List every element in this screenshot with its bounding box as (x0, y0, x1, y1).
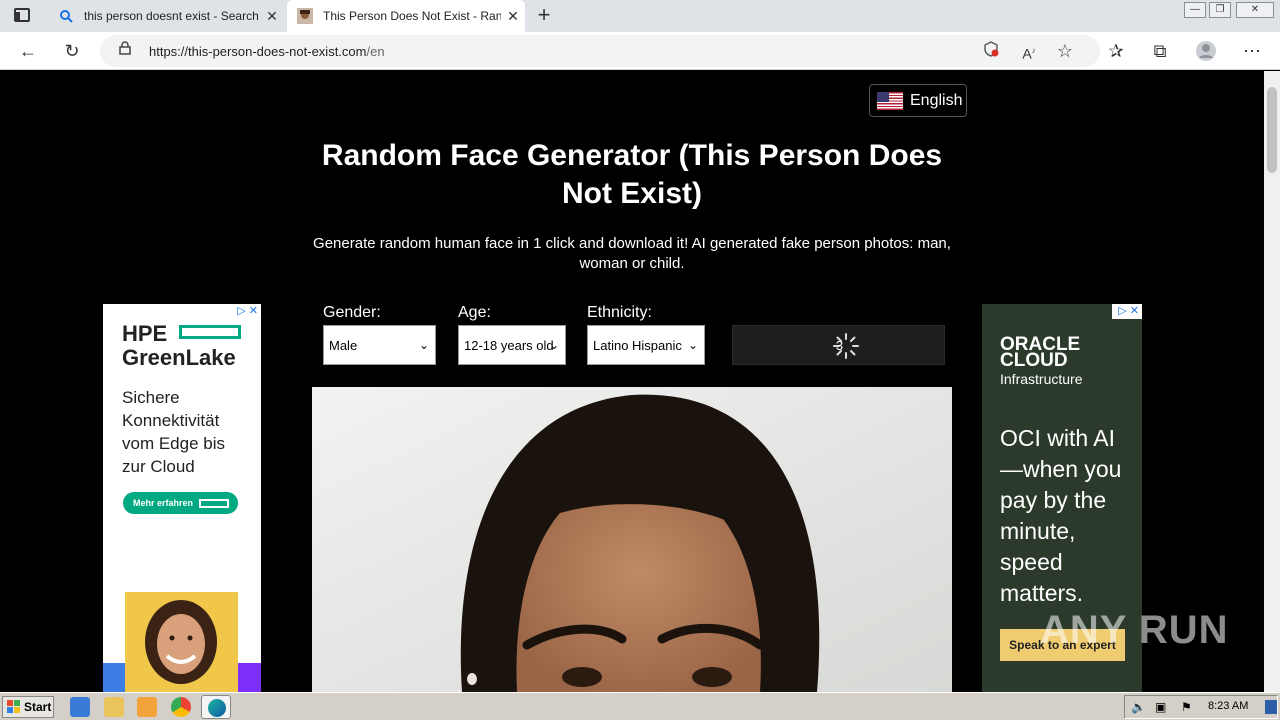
page-scrollbar[interactable] (1264, 71, 1280, 692)
chrome-icon[interactable] (171, 697, 191, 717)
ad-brand-line1: HPE (122, 321, 168, 346)
close-window-button[interactable]: ✕ (1236, 2, 1274, 18)
collections-icon[interactable]: ⧉ (1149, 40, 1171, 62)
tracking-prevention-icon[interactable] (980, 40, 1002, 62)
add-favorite-icon[interactable]: ☆ (1054, 40, 1076, 62)
age-value: 12-18 years old (464, 337, 554, 353)
web-page: English Random Face Generator (This Pers… (0, 71, 1264, 692)
ad-close-icon[interactable]: ▷ ✕ (231, 304, 261, 319)
start-button[interactable]: Start (2, 696, 54, 718)
language-selector[interactable]: English (869, 84, 967, 117)
lock-icon[interactable] (114, 40, 136, 62)
url-path: /en (366, 44, 385, 59)
file-explorer-icon[interactable] (104, 697, 124, 717)
ad-text: OCI with AI —when you pay by the minute,… (1000, 425, 1122, 606)
hpe-logo-icon (179, 325, 241, 339)
clock: 8:23 AM (1208, 700, 1249, 712)
media-player-icon[interactable] (137, 697, 157, 717)
tab-this-person[interactable]: This Person Does Not Exist - Rand ✕ (287, 0, 525, 32)
windows-logo-icon (7, 700, 20, 713)
url-domain: https://this-person-does-not-exist.com (149, 44, 367, 59)
ethnicity-select[interactable]: Latino Hispanic ⌄ (587, 325, 705, 365)
gender-value: Male (329, 337, 358, 353)
ethnicity-label: Ethnicity: (587, 304, 652, 321)
more-options-icon[interactable]: ⋯ (1241, 40, 1263, 62)
tab-title: this person doesnt exist - Search (84, 9, 259, 23)
tab-title: This Person Does Not Exist - Rand (323, 9, 501, 23)
generate-button[interactable]: 3 (732, 325, 945, 365)
network-icon[interactable]: ▣ (1155, 700, 1166, 714)
hpe-logo-icon (199, 498, 230, 508)
refresh-icon[interactable]: ↻ (61, 40, 83, 62)
favorites-icon[interactable]: ✰ (1105, 40, 1127, 62)
chevron-down-icon: ⌄ (548, 338, 559, 352)
back-icon[interactable]: ← (17, 40, 39, 62)
ad-close-icon[interactable]: ▷ ✕ (1112, 304, 1142, 319)
ad-cta-label: Mehr erfahren (133, 498, 194, 508)
close-tab-icon[interactable]: ✕ (501, 8, 525, 25)
gender-select[interactable]: Male ⌄ (323, 325, 436, 365)
system-tray: 🔈 ▣ ⚑ (1124, 695, 1278, 719)
address-bar[interactable]: https://this-person-does-not-exist.com/e… (100, 35, 1100, 67)
ethnicity-value: Latino Hispanic (593, 337, 682, 353)
ad-brand-line2: CLOUD (1000, 350, 1068, 371)
ad-person-image (125, 592, 238, 692)
scrollbar-thumb[interactable] (1267, 87, 1277, 173)
age-select[interactable]: 12-18 years old ⌄ (458, 325, 566, 365)
flag-icon[interactable]: ⚑ (1181, 700, 1192, 714)
ad-text: Sichere Konnektivität vom Edge bis zur C… (122, 388, 225, 476)
navigation-bar: ← ↻ https://this-person-does-not-exist.c… (0, 32, 1280, 70)
tab-actions-icon[interactable] (14, 8, 30, 22)
close-tab-icon[interactable]: ✕ (260, 8, 284, 25)
age-label: Age: (458, 304, 491, 321)
tab-search[interactable]: this person doesnt exist - Search ✕ (48, 0, 284, 32)
ad-hpe-greenlake[interactable]: ▷ ✕ HPE GreenLake Sichere Konnektivität … (103, 304, 261, 692)
internet-explorer-icon[interactable] (70, 697, 90, 717)
ad-cta-button[interactable]: Mehr erfahren (123, 492, 238, 514)
watermark-logo: ANY RUN (1040, 608, 1229, 652)
chevron-down-icon: ⌄ (418, 338, 429, 352)
face-favicon (297, 8, 313, 24)
language-label: English (910, 91, 963, 109)
generated-face-image[interactable] (312, 387, 952, 692)
volume-icon[interactable]: 🔈 (1131, 700, 1146, 714)
chevron-down-icon: ⌄ (687, 338, 698, 352)
gender-label: Gender: (323, 304, 381, 321)
ad-decor-block (103, 663, 125, 692)
show-desktop-icon[interactable] (1265, 700, 1277, 714)
url-text[interactable]: https://this-person-does-not-exist.com/e… (149, 44, 385, 59)
edge-taskbar-button[interactable] (201, 695, 231, 719)
page-title: Random Face Generator (This Person Does … (321, 139, 943, 210)
edge-icon (208, 699, 226, 717)
minimize-button[interactable]: — (1184, 2, 1206, 18)
ad-brand-line3: Infrastructure (1000, 371, 1083, 387)
tab-strip: this person doesnt exist - Search ✕ This… (0, 0, 1280, 32)
ad-brand-line2: GreenLake (122, 345, 236, 370)
us-flag-icon (877, 91, 903, 110)
taskbar: Start 🔈 ▣ ⚑ 8:23 AM (0, 692, 1280, 720)
page-subtitle: Generate random human face in 1 click an… (313, 235, 951, 272)
restore-button[interactable]: ❐ (1209, 2, 1231, 18)
generate-counter: 3 (835, 338, 844, 353)
search-icon (58, 8, 74, 24)
profile-avatar[interactable] (1195, 40, 1217, 62)
ad-decor-block (238, 663, 261, 692)
read-aloud-icon[interactable]: A♪ (1018, 40, 1040, 62)
new-tab-button[interactable]: + (532, 4, 556, 28)
start-label: Start (24, 700, 52, 714)
